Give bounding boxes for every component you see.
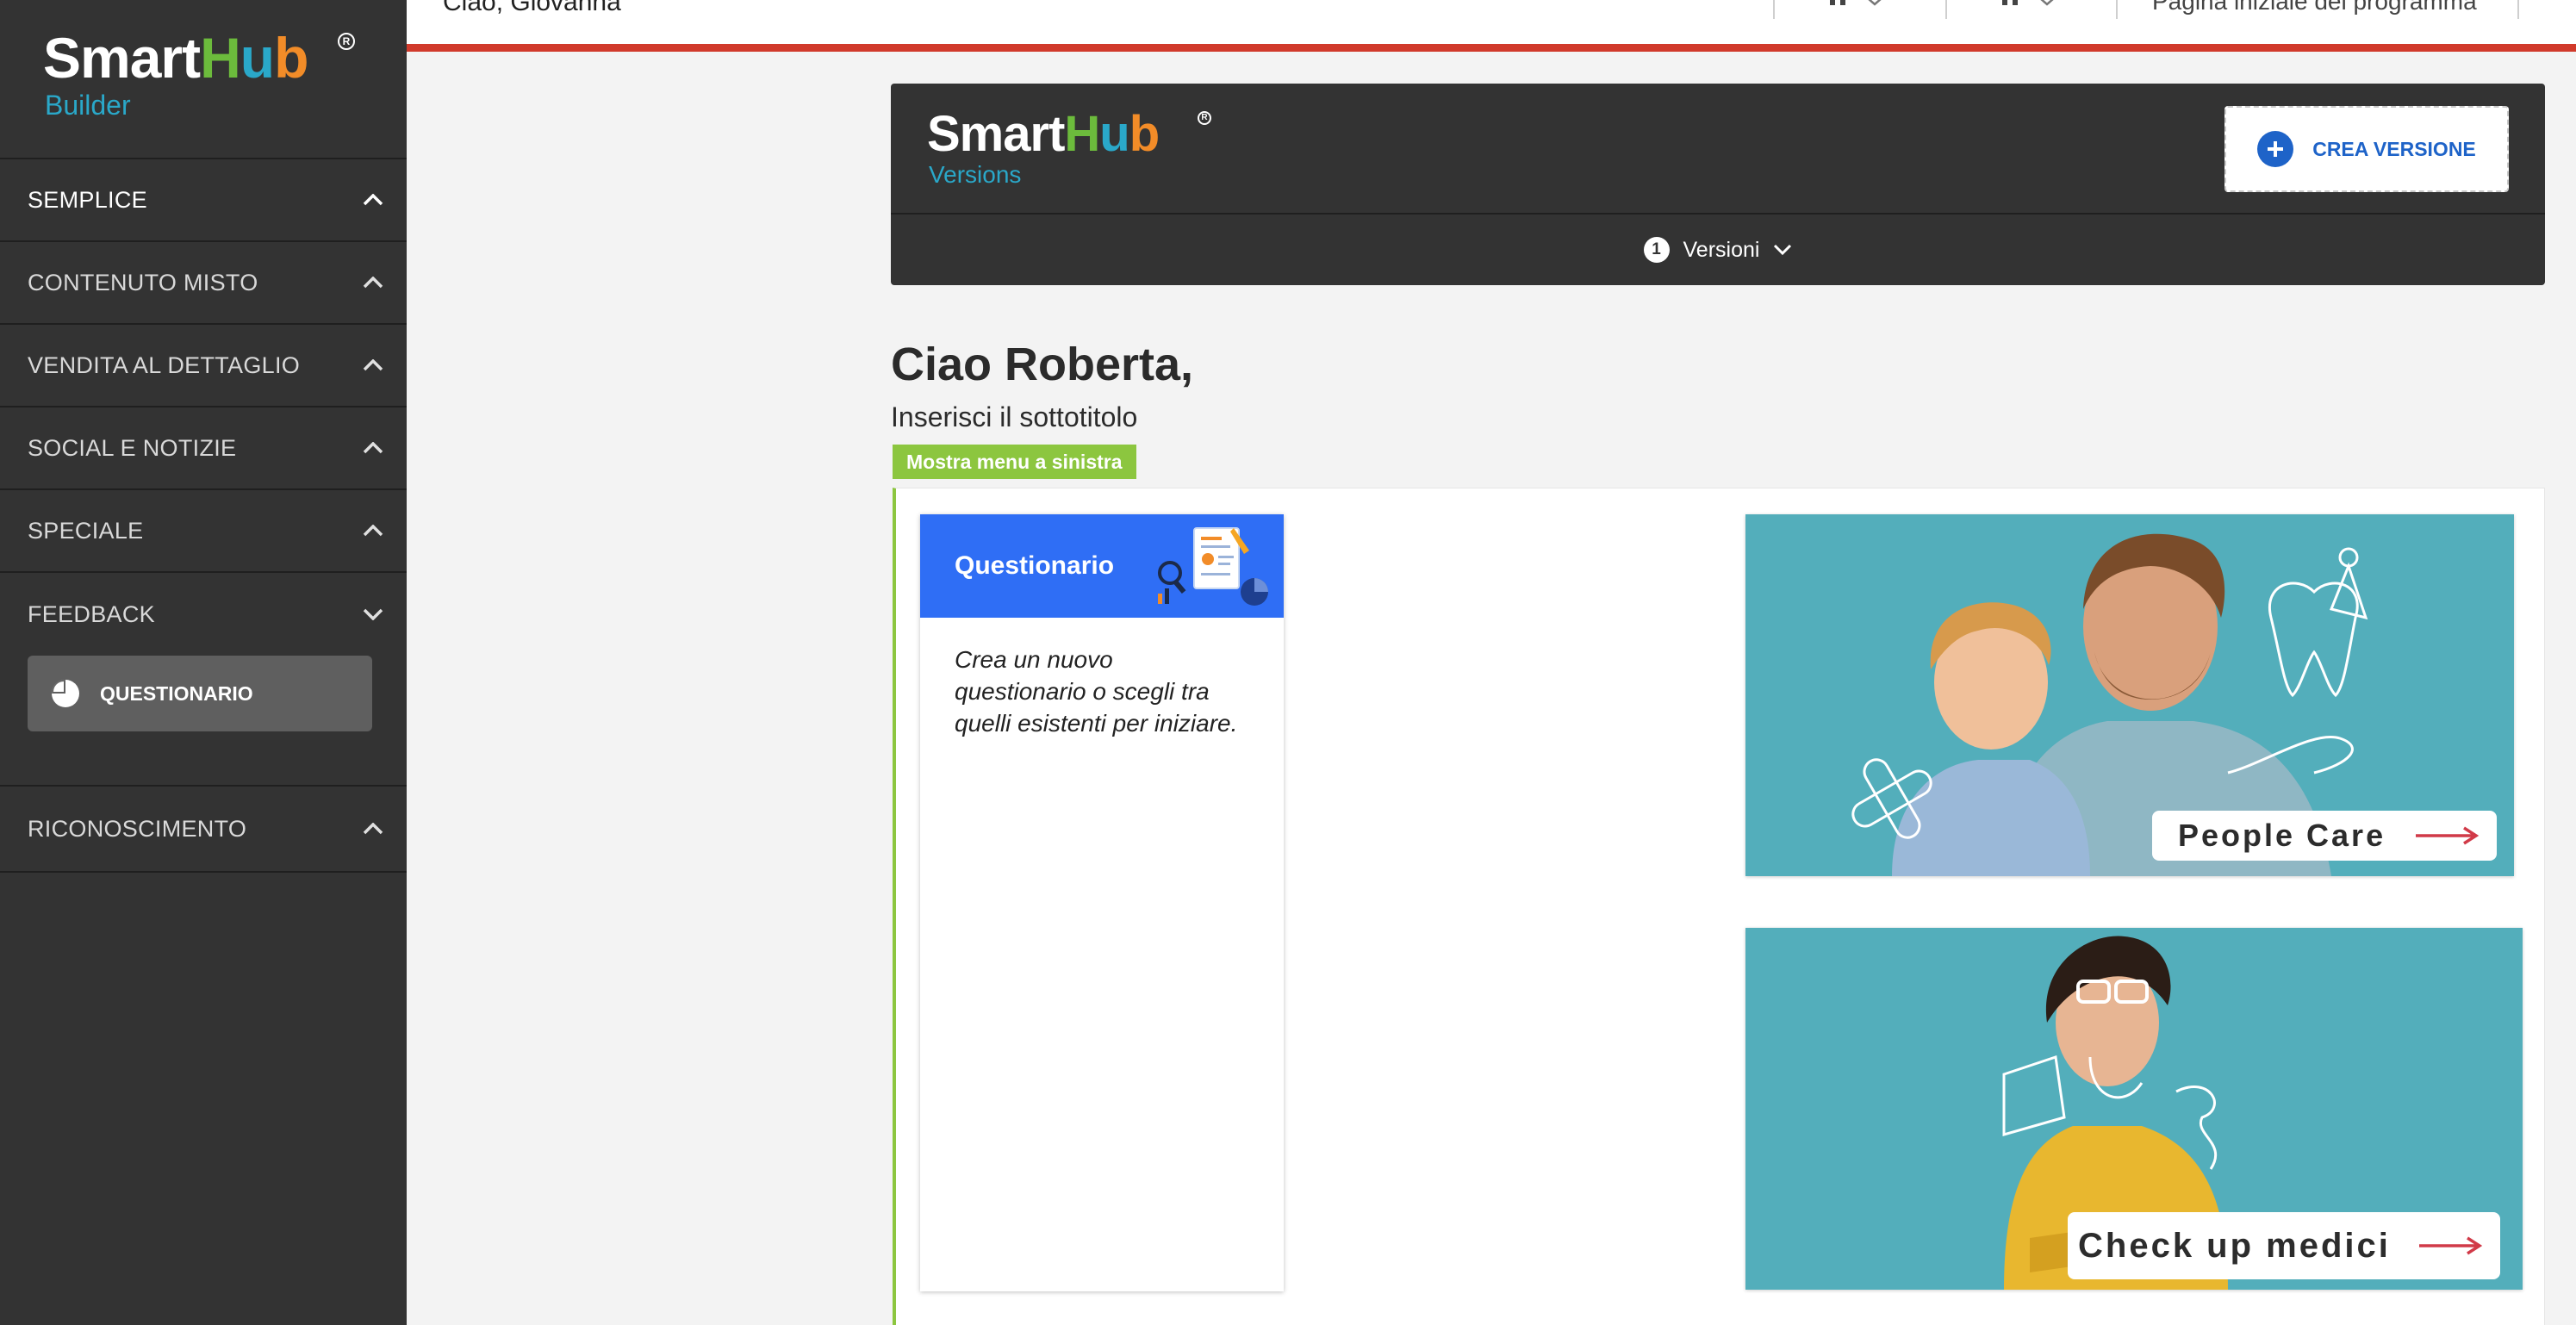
- bars-icon: [1830, 0, 1845, 5]
- questionnaire-card-description: Crea un nuovo questionario o scegli tra …: [955, 646, 1238, 737]
- sidebar-item-label: SOCIAL E NOTIZIE: [28, 434, 237, 461]
- banner-title: Check up medici: [2078, 1226, 2391, 1265]
- registered-mark: R: [1198, 111, 1211, 125]
- logo-u: u: [240, 26, 275, 90]
- chevron-down-icon: [2040, 0, 2054, 6]
- logo-h: H: [1064, 106, 1100, 162]
- sidebar-item-label: FEEDBACK: [28, 600, 155, 627]
- chevron-up-icon: [362, 818, 384, 840]
- program-home-link[interactable]: Pagina iniziale del programma: [2152, 0, 2477, 16]
- banner-title: People Care: [2178, 818, 2386, 853]
- content-area: Questionario Crea un nuovo questionario …: [893, 488, 2545, 1325]
- smarthub-builder-logo: SmartHub R Builder: [0, 0, 407, 159]
- chevron-down-icon: [1774, 244, 1792, 256]
- top-divider: [1945, 0, 1947, 19]
- page-subtitle[interactable]: Inserisci il sottotitolo: [891, 401, 1137, 433]
- questionnaire-card[interactable]: Questionario Crea un nuovo questionario …: [920, 514, 1284, 1291]
- user-greeting: Ciao, Giovanna: [443, 0, 621, 16]
- logo-b: b: [274, 26, 308, 90]
- bars-icon: [2002, 0, 2018, 5]
- sidebar: SmartHub R Builder SEMPLICE CONTENUTO MI…: [0, 0, 407, 1325]
- versions-count-badge: 1: [1643, 237, 1670, 263]
- chevron-down-icon: [362, 603, 384, 625]
- arrow-right-icon: [2419, 1236, 2483, 1255]
- chevron-down-icon: [1868, 0, 1882, 6]
- page-title[interactable]: Ciao Roberta,: [891, 338, 1193, 391]
- logo-wordmark: SmartHub: [43, 29, 308, 86]
- sidebar-item-label: VENDITA AL DETTAGLIO: [28, 351, 301, 378]
- questionnaire-card-header: Questionario: [920, 514, 1284, 618]
- sidebar-item-riconoscimento[interactable]: RICONOSCIMENTO: [0, 787, 407, 873]
- registered-mark: R: [338, 33, 355, 50]
- sidebar-item-semplice[interactable]: SEMPLICE: [0, 159, 407, 242]
- sidebar-subitem-questionario[interactable]: QUESTIONARIO: [28, 656, 372, 731]
- create-version-button[interactable]: CREA VERSIONE: [2224, 106, 2509, 192]
- sidebar-item-label: RICONOSCIMENTO: [28, 815, 247, 842]
- chevron-up-icon: [362, 437, 384, 459]
- top-bar: Ciao, Giovanna Pagina iniziale del progr…: [407, 0, 2576, 52]
- questionnaire-card-title: Questionario: [955, 551, 1115, 580]
- language-selector[interactable]: [1828, 0, 1883, 9]
- logo-b: b: [1129, 106, 1160, 162]
- sidebar-item-label: SEMPLICE: [28, 186, 147, 213]
- top-divider: [2517, 0, 2519, 19]
- chevron-up-icon: [362, 271, 384, 294]
- chevron-up-icon: [362, 189, 384, 211]
- check-up-medici-label[interactable]: Check up medici: [2068, 1212, 2500, 1279]
- top-divider: [2116, 0, 2118, 19]
- pie-chart-icon: [50, 678, 81, 709]
- sidebar-item-contenuto-misto[interactable]: CONTENUTO MISTO: [0, 242, 407, 325]
- versions-label: Versioni: [1683, 237, 1760, 262]
- plus-circle-icon: [2257, 131, 2294, 167]
- sidebar-subitem-label: QUESTIONARIO: [100, 681, 253, 705]
- people-care-banner[interactable]: People Care: [1745, 514, 2514, 876]
- survey-illustration-icon: [1153, 525, 1273, 615]
- arrow-right-icon: [2416, 826, 2480, 845]
- logo-subtitle: Versions: [929, 161, 1022, 188]
- sidebar-item-feedback[interactable]: FEEDBACK: [0, 573, 407, 656]
- sidebar-item-vendita-al-dettaglio[interactable]: VENDITA AL DETTAGLIO: [0, 325, 407, 407]
- chevron-up-icon: [362, 519, 384, 542]
- logo-smart: Smart: [43, 26, 201, 90]
- logo-subtitle: Builder: [45, 90, 131, 121]
- sidebar-item-label: SPECIALE: [28, 517, 144, 544]
- chevron-up-icon: [362, 354, 384, 376]
- people-care-label[interactable]: People Care: [2152, 811, 2497, 861]
- logo-u: u: [1099, 106, 1129, 162]
- logo-smart: Smart: [927, 106, 1065, 162]
- logo-h: H: [200, 26, 241, 90]
- versions-dropdown[interactable]: 1 Versioni: [891, 213, 2545, 285]
- feedback-submenu: QUESTIONARIO: [0, 656, 407, 787]
- smarthub-versions-logo: SmartHub R Versions: [927, 106, 1211, 189]
- create-version-label: CREA VERSIONE: [2312, 137, 2476, 160]
- check-up-medici-banner[interactable]: Check up medici: [1745, 928, 2523, 1290]
- sidebar-item-speciale[interactable]: SPECIALE: [0, 490, 407, 573]
- show-left-menu-tag[interactable]: Mostra menu a sinistra: [893, 445, 1136, 479]
- top-divider: [1773, 0, 1775, 19]
- sidebar-item-social-e-notizie[interactable]: SOCIAL E NOTIZIE: [0, 407, 407, 490]
- logo-wordmark: SmartHub: [927, 106, 1160, 162]
- sidebar-item-label: CONTENUTO MISTO: [28, 269, 258, 295]
- versions-panel: SmartHub R Versions CREA VERSIONE 1 Vers…: [891, 84, 2545, 285]
- secondary-selector[interactable]: [2000, 0, 2056, 9]
